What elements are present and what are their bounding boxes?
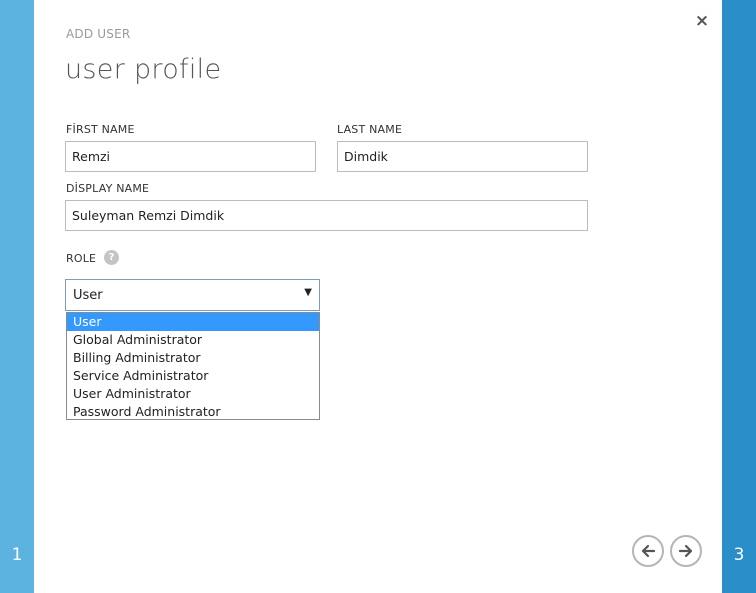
caret-down-icon: ▼ — [304, 287, 312, 298]
back-button[interactable] — [632, 535, 664, 567]
wizard-progress-rail-left: 1 — [0, 0, 34, 593]
step-number-current: 1 — [11, 545, 23, 565]
display-name-field[interactable] — [65, 200, 588, 231]
role-option-user[interactable]: User — [67, 313, 319, 331]
role-dropdown-list: User Global Administrator Billing Admini… — [66, 312, 320, 420]
page-title: user profile — [65, 54, 222, 85]
first-name-field[interactable] — [65, 141, 316, 172]
last-name-field[interactable] — [337, 141, 588, 172]
role-option-global-administrator[interactable]: Global Administrator — [67, 331, 319, 349]
last-name-label: LAST NAME — [337, 123, 403, 136]
role-select[interactable]: User ▼ — [65, 279, 320, 311]
next-button[interactable] — [670, 535, 702, 567]
role-option-user-administrator[interactable]: User Administrator — [67, 385, 319, 403]
arrow-right-icon — [678, 544, 693, 558]
role-label: ROLE — [66, 252, 97, 265]
question-mark-icon[interactable]: ? — [104, 250, 119, 265]
display-name-label: DİSPLAY NAME — [66, 182, 150, 195]
close-icon[interactable]: × — [694, 11, 710, 31]
role-option-billing-administrator[interactable]: Billing Administrator — [67, 349, 319, 367]
first-name-label: FİRST NAME — [66, 123, 135, 136]
arrow-left-icon — [641, 544, 656, 558]
wizard-eyebrow: ADD USER — [66, 27, 131, 41]
role-select-value: User — [73, 288, 103, 303]
role-option-service-administrator[interactable]: Service Administrator — [67, 367, 319, 385]
wizard-progress-rail-right: 3 — [722, 0, 756, 593]
step-number-total: 3 — [733, 545, 745, 565]
role-option-password-administrator[interactable]: Password Administrator — [67, 403, 319, 421]
